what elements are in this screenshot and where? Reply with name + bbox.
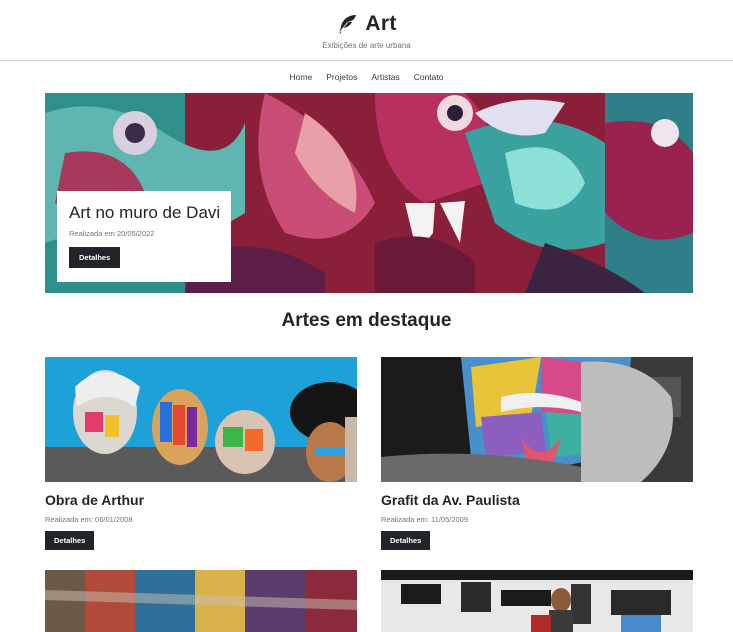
hero-details-button[interactable]: Detalhes	[69, 247, 121, 268]
main-nav: Home Projetos Artistas Contato	[0, 61, 733, 92]
card-date: Realizada em: 11/05/2009	[381, 515, 469, 524]
nav-link-artistas[interactable]: Artistas	[364, 72, 406, 82]
card-details-button[interactable]: Detalhes	[381, 531, 431, 550]
card-date: Realizada em: 06/01/2008	[45, 515, 133, 524]
hero-title: Art no muro de Davi	[69, 203, 221, 222]
hero-date: Realizada em 20/05/2022	[69, 229, 155, 238]
nav-link-contato[interactable]: Contato	[407, 72, 451, 82]
site-tagline: Exibições de arte urbana	[322, 41, 411, 50]
brand[interactable]: Art	[0, 10, 733, 38]
featured-card: Obra de Arthur Realizada em: 06/01/2008 …	[45, 357, 357, 550]
site-header: Art Exibições de arte urbana	[0, 0, 733, 61]
card-details-button[interactable]: Detalhes	[45, 531, 95, 550]
card-image[interactable]	[45, 357, 357, 482]
featured-heading: Artes em destaque	[281, 310, 452, 331]
featured-card: Grafit da Av. Paulista Realizada em: 11/…	[381, 357, 693, 550]
card-image[interactable]	[381, 357, 693, 482]
site-title: Art	[365, 12, 397, 35]
feather-icon	[336, 13, 358, 35]
card-title: Obra de Arthur	[45, 492, 145, 508]
hero-banner: Art no muro de Davi Realizada em 20/05/2…	[45, 93, 693, 293]
card-image[interactable]	[381, 570, 693, 632]
hero-card: Art no muro de Davi Realizada em 20/05/2…	[57, 191, 231, 282]
card-image[interactable]	[45, 570, 357, 632]
card-title: Grafit da Av. Paulista	[381, 492, 520, 508]
nav-link-home[interactable]: Home	[283, 72, 320, 82]
nav-link-projetos[interactable]: Projetos	[319, 72, 364, 82]
